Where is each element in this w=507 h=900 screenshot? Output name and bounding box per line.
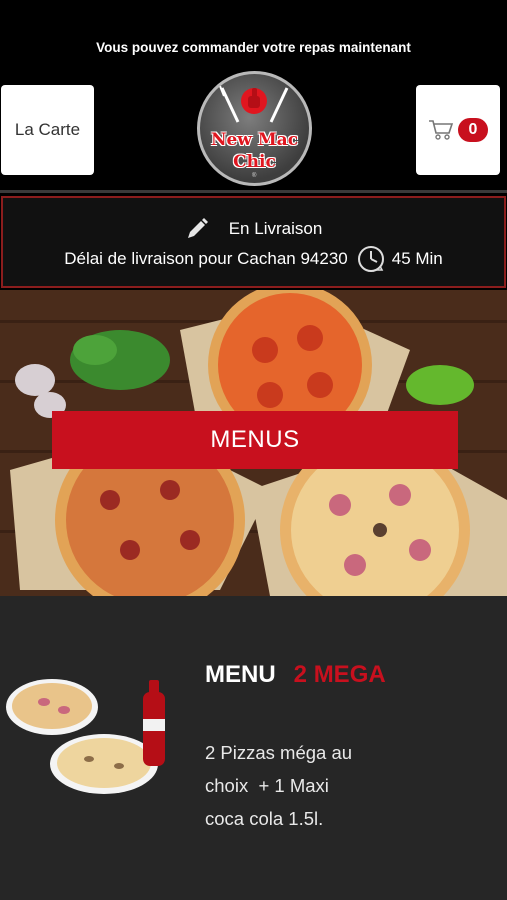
delivery-info-panel[interactable]: En Livraison Délai de livraison pour Cac…	[1, 196, 506, 288]
menu-title-main: MENU	[205, 661, 276, 688]
logo-line2: Chic	[233, 152, 276, 172]
menu-product-card[interactable]: MENU 2 MEGA 2 Pizzas méga au choix + 1 Ma…	[0, 596, 507, 900]
clock-icon	[357, 246, 384, 272]
delivery-mode-row: En Livraison	[3, 217, 504, 241]
top-bar: Vous pouvez commander votre repas mainte…	[0, 0, 507, 190]
menus-button[interactable]: MENUS	[52, 411, 458, 469]
cart-count-badge: 0	[458, 118, 488, 142]
menu-title: MENU 2 MEGA	[205, 661, 386, 689]
menu-description: 2 Pizzas méga au choix + 1 Maxi coca col…	[205, 736, 405, 835]
pencil-icon	[187, 218, 208, 238]
delivery-mode-text: En Livraison	[228, 219, 323, 238]
cart-icon	[429, 120, 454, 140]
menu-title-accent: 2 MEGA	[293, 661, 386, 688]
cart-button[interactable]: 0	[416, 85, 500, 175]
logo-registered-mark: ®	[252, 173, 257, 179]
logo-line1: New Mac	[210, 130, 299, 150]
header-divider	[0, 190, 507, 193]
menu-description-line: coca cola 1.5l.	[205, 808, 324, 829]
delivery-delay-text: Délai de livraison pour Cachan 94230	[64, 249, 348, 268]
menu-description-line: choix + 1 Maxi	[205, 775, 329, 796]
logo-cutlery-graphic	[219, 85, 289, 123]
la-carte-button[interactable]: La Carte	[1, 85, 94, 175]
menu-product-image	[6, 679, 165, 794]
restaurant-logo[interactable]: New Mac Chic ®	[197, 71, 312, 186]
menus-button-label: MENUS	[210, 426, 300, 453]
menu-description-line: 2 Pizzas méga au	[205, 742, 353, 763]
delivery-delay-time: 45 Min	[391, 249, 443, 268]
delivery-delay-row: Délai de livraison pour Cachan 94230 45 …	[3, 244, 504, 274]
la-carte-label: La Carte	[14, 120, 81, 139]
order-now-tagline: Vous pouvez commander votre repas mainte…	[96, 40, 411, 55]
